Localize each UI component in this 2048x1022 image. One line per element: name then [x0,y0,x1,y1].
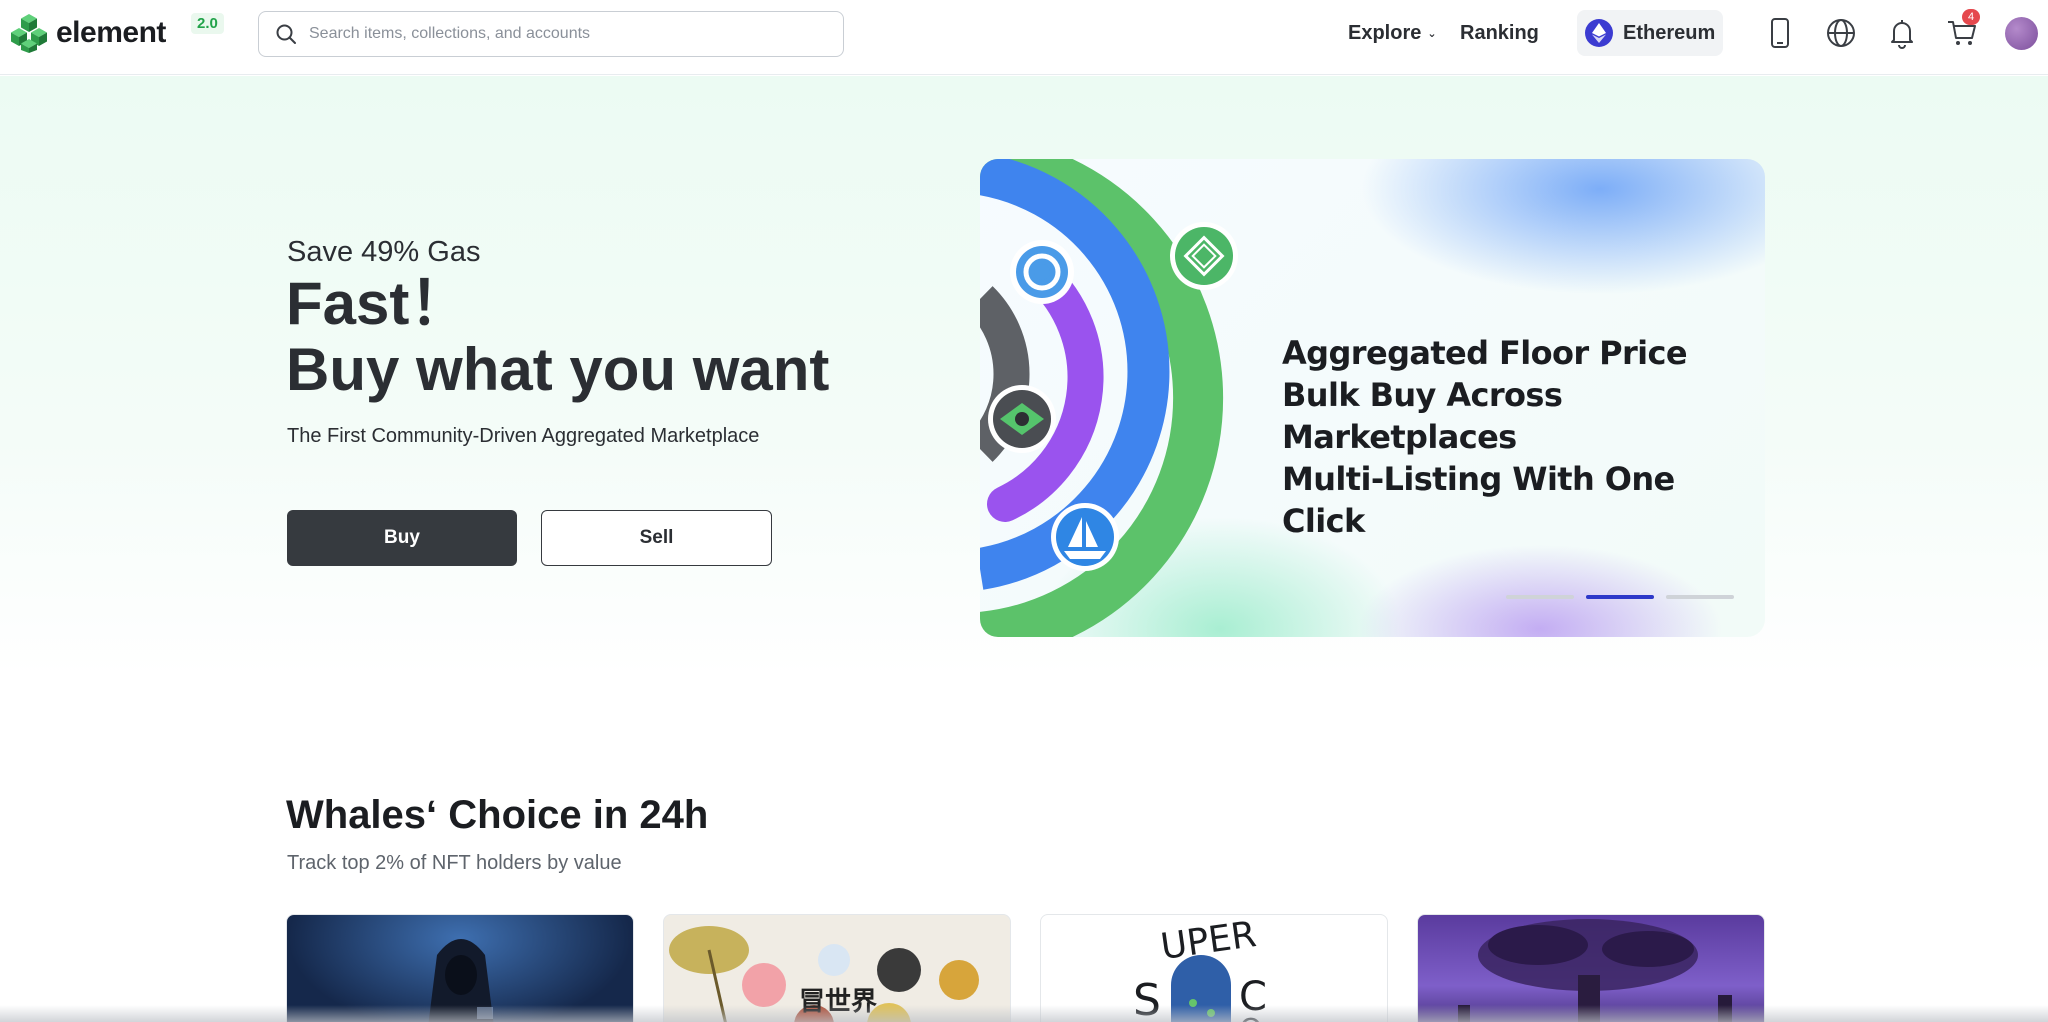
carousel-dot[interactable] [1666,595,1734,599]
globe-icon[interactable] [1825,17,1857,49]
hero-eyebrow: Save 49% Gas [287,236,481,268]
carousel-dot[interactable] [1506,595,1574,599]
banner-text: Aggregated Floor Price Bulk Buy Across M… [1282,332,1765,542]
mobile-icon[interactable] [1764,17,1796,49]
section-title: Whales‘ Choice in 24h [286,793,709,837]
bell-icon[interactable] [1886,17,1918,49]
banner-line1: Aggregated Floor Price [1282,334,1688,372]
section-subtitle: Track top 2% of NFT holders by value [287,852,622,874]
x2y2-icon [1170,222,1238,290]
top-header: element 2.0 Explore ⌄ Ranking Ethereum [0,0,2048,75]
sell-button[interactable]: Sell [541,510,772,566]
avatar[interactable] [2005,17,2038,50]
nav-explore-label: Explore [1348,22,1422,44]
buy-button[interactable]: Buy [287,510,517,566]
banner-line2: Bulk Buy Across Marketplaces [1282,376,1563,456]
element-logo-icon [11,14,47,53]
carousel-dots [1506,595,1734,599]
logo-text: element [56,16,166,49]
chain-label: Ethereum [1623,21,1716,44]
chain-selector[interactable]: Ethereum [1577,10,1723,56]
search-icon [276,24,296,44]
eye-marketplace-icon [988,385,1056,453]
nav-ranking[interactable]: Ranking [1460,22,1539,45]
looksrare-icon [1010,240,1074,304]
bottom-scroll-fade [0,1005,2048,1022]
chevron-down-icon: ⌄ [1427,28,1437,40]
promo-banner[interactable]: Aggregated Floor Price Bulk Buy Across M… [980,159,1765,637]
carousel-dot-active[interactable] [1586,595,1654,599]
search-box[interactable] [258,11,844,57]
hero-title-line1: Fast！ [286,270,470,337]
opensea-icon [1051,503,1119,571]
hero-title-line2: Buy what you want [286,336,830,403]
version-badge: 2.0 [191,13,224,34]
ethereum-icon [1585,19,1613,47]
logo[interactable]: element [8,12,166,54]
hero-subtitle: The First Community-Driven Aggregated Ma… [287,425,760,447]
cart-count-badge: 4 [1962,9,1980,25]
banner-line3: Multi-Listing With One Click [1282,460,1675,540]
nav-explore[interactable]: Explore ⌄ [1348,22,1437,45]
search-input[interactable] [309,25,809,43]
